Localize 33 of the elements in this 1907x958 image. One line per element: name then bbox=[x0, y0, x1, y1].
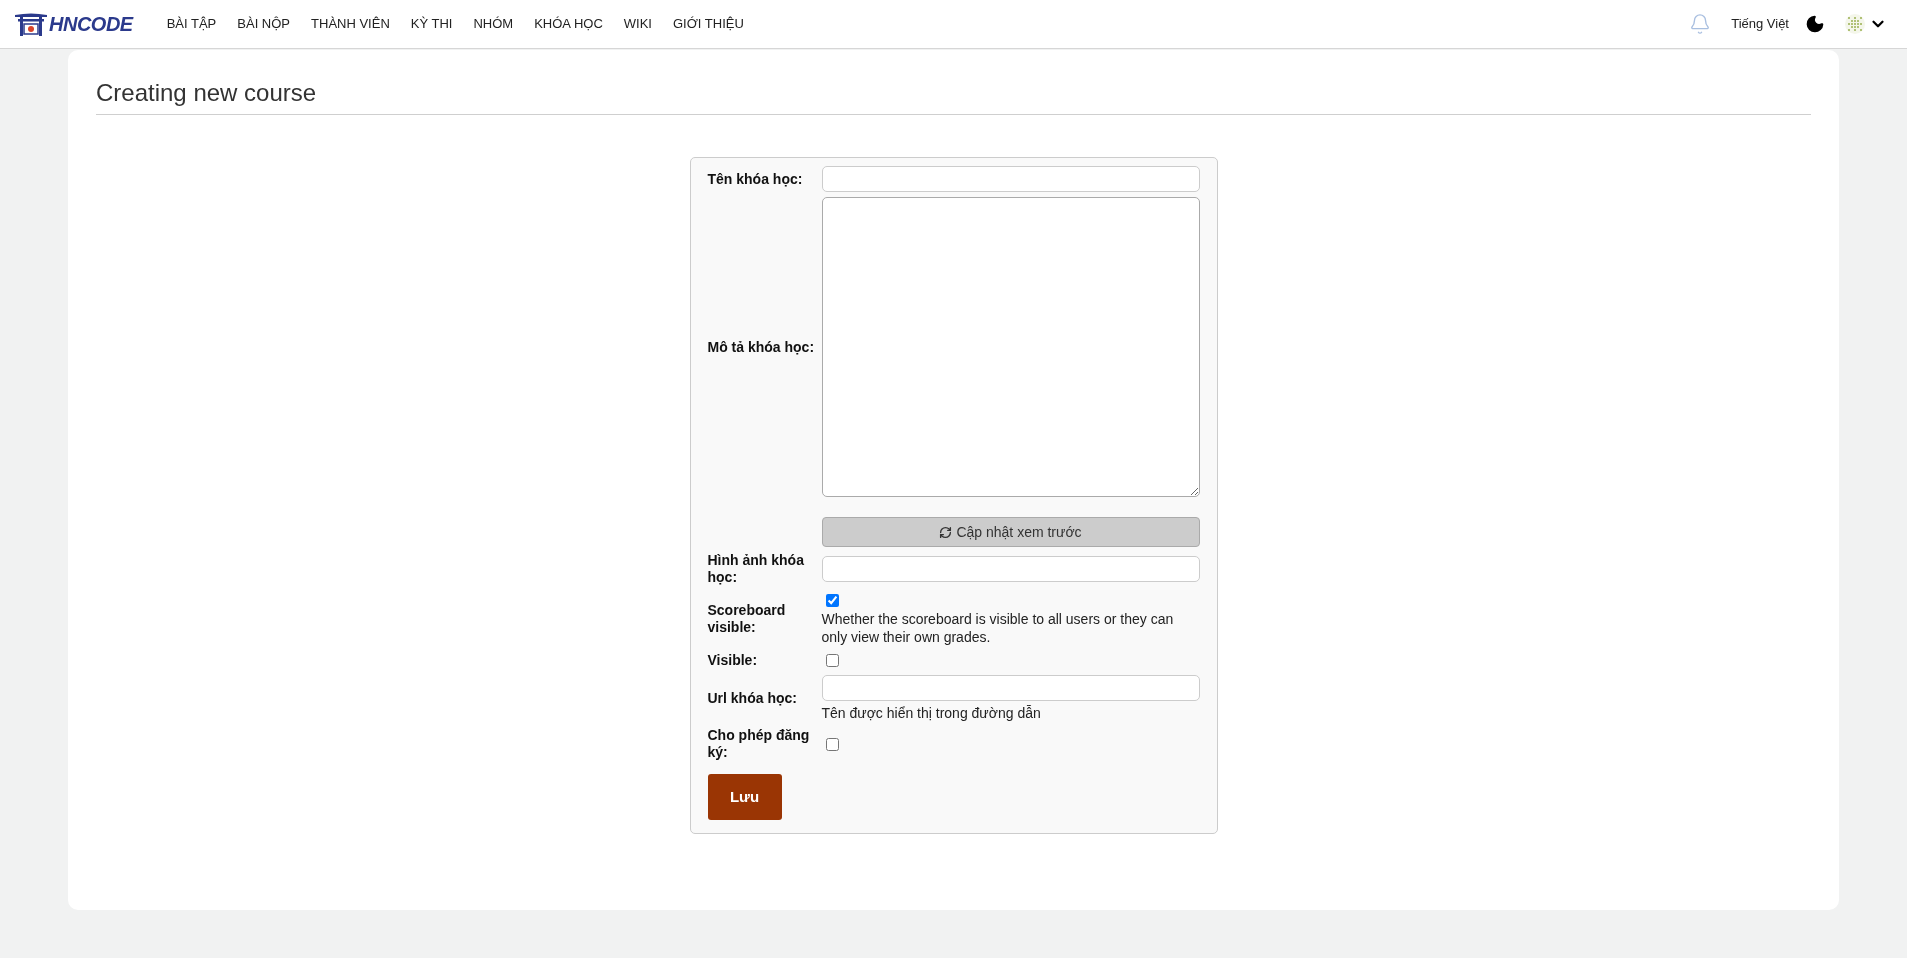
description-textarea[interactable] bbox=[821, 197, 1200, 497]
help-text: Whether the scoreboard is visible to all users or they can only view their own grades. bbox=[821, 610, 1175, 646]
nav-link[interactable]: KỲ THI bbox=[410, 14, 453, 34]
field-label: Mô tả khóa học: bbox=[707, 338, 816, 356]
checkbox[interactable] bbox=[825, 594, 839, 607]
page-title: Creating new course bbox=[96, 78, 317, 108]
update-preview-button[interactable]: Cập nhật xem trước bbox=[821, 517, 1200, 547]
text-input[interactable] bbox=[821, 675, 1200, 701]
field-label: Tên khóa học: bbox=[707, 170, 804, 188]
nav-link[interactable]: BÀI TẬP bbox=[166, 14, 217, 34]
field-label: Cho phép đăng ký: bbox=[707, 727, 811, 761]
field-label: Hình ảnh khóa học: bbox=[707, 552, 805, 586]
language-selector[interactable]: Tiếng Việt bbox=[1731, 14, 1789, 34]
notification-bell-icon[interactable] bbox=[1689, 13, 1712, 35]
field-label: Scoreboard visible: bbox=[707, 601, 787, 636]
text-input[interactable] bbox=[821, 166, 1200, 192]
save-button[interactable]: Lưu bbox=[707, 774, 782, 820]
gate-logo-icon bbox=[14, 12, 48, 36]
nav-link[interactable]: WIKI bbox=[623, 14, 652, 34]
nav-link[interactable]: GIỚI THIỆU bbox=[672, 14, 744, 34]
nav-link[interactable]: THÀNH VIÊN bbox=[311, 14, 390, 34]
field-label: Url khóa học: bbox=[707, 690, 798, 707]
text-input[interactable] bbox=[821, 556, 1200, 582]
nav-link[interactable]: KHÓA HỌC bbox=[534, 14, 603, 34]
nav-link[interactable]: BÀI NỘP bbox=[237, 14, 291, 34]
help-text: Tên được hiển thị trong đường dẫn bbox=[821, 704, 1042, 722]
checkbox[interactable] bbox=[825, 737, 839, 751]
logo-text[interactable]: HNCODE bbox=[49, 9, 133, 39]
nav-link[interactable]: NHÓM bbox=[473, 14, 514, 34]
refresh-icon bbox=[939, 525, 953, 539]
field-label: Visible: bbox=[707, 652, 759, 669]
checkbox[interactable] bbox=[825, 654, 839, 667]
dark-mode-icon[interactable] bbox=[1805, 14, 1825, 34]
